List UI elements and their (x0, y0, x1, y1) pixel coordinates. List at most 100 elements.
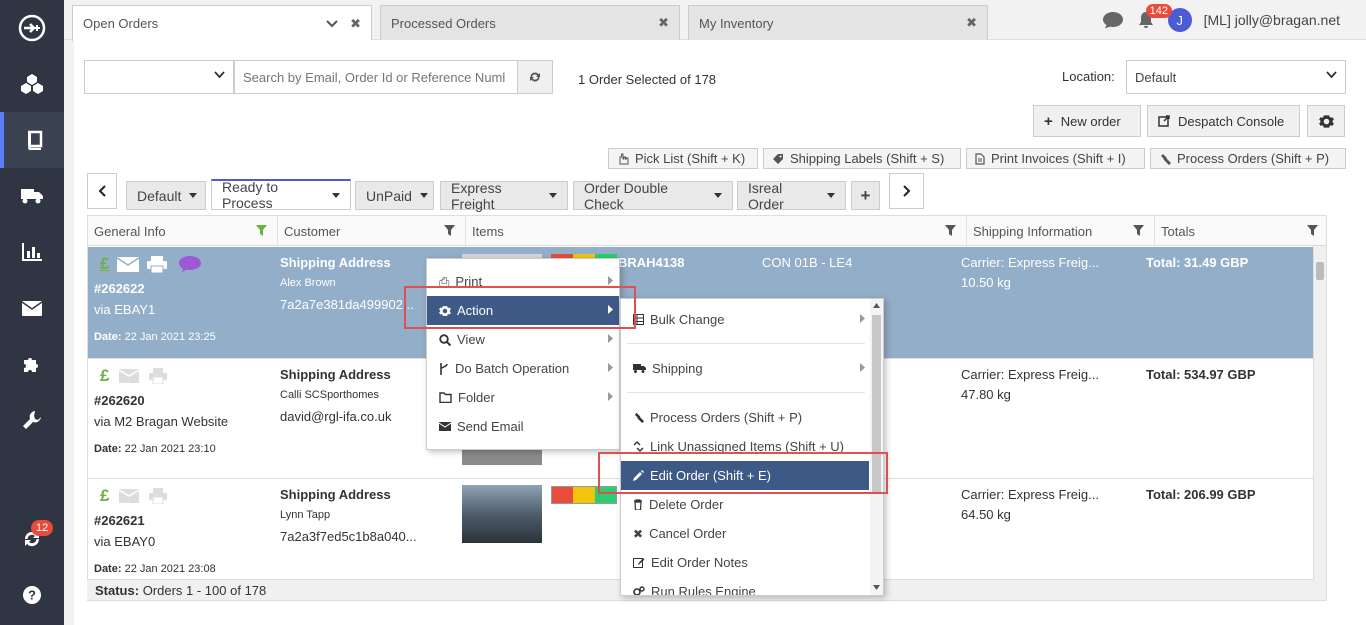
scrollbar-thumb[interactable] (1316, 262, 1324, 280)
filter-icon[interactable] (1133, 225, 1144, 236)
truck-icon[interactable] (0, 168, 64, 224)
wrench-icon[interactable] (0, 392, 64, 448)
submenu-item-cancel-order[interactable]: ✖ Cancel Order (621, 519, 871, 548)
menu-separator (627, 392, 865, 393)
grid-scrollbar[interactable] (1313, 246, 1326, 600)
submenu-item-process-orders[interactable]: Process Orders (Shift + P) (621, 403, 871, 432)
folder-select[interactable] (84, 60, 234, 94)
view-tab-express-freight[interactable]: Express Freight (440, 180, 568, 212)
submenu-item-run-rules-engine[interactable]: Run Rules Engine (621, 577, 871, 596)
location-select[interactable]: Default (1126, 60, 1346, 94)
boxes-icon[interactable] (0, 56, 64, 112)
envelope-icon[interactable] (119, 489, 140, 503)
submenu-item-edit-order-notes[interactable]: Edit Order Notes (621, 548, 871, 577)
column-shipping-information[interactable]: Shipping Information (967, 216, 1155, 246)
orders-book-icon[interactable] (0, 112, 64, 168)
tab-processed-orders[interactable]: Processed Orders ✖ (380, 5, 680, 40)
envelope-icon[interactable] (117, 256, 140, 272)
despatch-console-button[interactable]: Despatch Console (1147, 105, 1300, 137)
submenu-item-link-unassigned[interactable]: Link Unassigned Items (Shift + U) (621, 432, 871, 461)
new-order-button[interactable]: + New order (1033, 105, 1141, 137)
app-logo-icon[interactable] (0, 0, 64, 56)
order-date: 22 Jan 2021 23:08 (124, 563, 216, 575)
order-source: via M2 Bragan Website (94, 414, 229, 429)
customer-name: Calli SCSporthomes (280, 389, 380, 401)
views-prev-button[interactable] (87, 173, 117, 209)
status-label: Status: (95, 582, 140, 598)
submenu-scrollbar[interactable] (870, 299, 883, 595)
item-thumbnail[interactable] (462, 485, 542, 543)
menu-item-print[interactable]: ⎙ Print (427, 267, 619, 296)
chevron-down-icon[interactable] (326, 19, 338, 28)
item-sku[interactable]: BRAH4138 (618, 255, 684, 270)
view-label: Isreal Order (748, 179, 784, 212)
shipping-labels-button[interactable]: Shipping Labels (Shift + S) (763, 148, 961, 169)
menu-separator (627, 343, 865, 344)
printer-icon[interactable] (149, 368, 168, 384)
view-tab-isreal-order[interactable]: Isreal Order (737, 179, 846, 212)
close-icon: ✖ (633, 526, 644, 541)
tab-open-orders[interactable]: Open Orders ✖ (72, 5, 372, 41)
menu-item-view[interactable]: View (427, 325, 619, 354)
column-totals[interactable]: Totals (1155, 216, 1326, 246)
refresh-button[interactable] (517, 60, 553, 94)
view-tab-unpaid[interactable]: UnPaid (355, 181, 434, 210)
view-tab-ready-to-process[interactable]: Ready to Process (211, 179, 351, 211)
order-date: 22 Jan 2021 23:10 (124, 443, 216, 455)
filter-icon[interactable] (1307, 225, 1318, 236)
close-icon[interactable]: ✖ (966, 15, 977, 31)
search-input[interactable] (234, 60, 518, 94)
close-icon[interactable]: ✖ (658, 15, 669, 31)
menu-item-action[interactable]: Action (427, 296, 619, 325)
print-invoices-button[interactable]: Print Invoices (Shift + I) (966, 148, 1145, 169)
filter-icon[interactable] (256, 225, 267, 236)
close-icon[interactable]: ✖ (350, 16, 361, 32)
process-orders-button[interactable]: Process Orders (Shift + P) (1150, 148, 1346, 169)
add-view-button[interactable]: + (851, 181, 880, 210)
envelope-icon[interactable] (0, 280, 64, 336)
order-id[interactable]: #262622 (94, 281, 145, 296)
comment-icon[interactable] (179, 256, 202, 272)
views-next-button[interactable] (889, 173, 924, 209)
filter-icon[interactable] (945, 225, 956, 236)
scrollbar-thumb[interactable] (872, 315, 881, 493)
column-items[interactable]: Items (466, 216, 967, 246)
chat-icon[interactable] (1102, 11, 1124, 29)
menu-item-label: Run Rules Engine (651, 584, 756, 596)
menu-item-send-email[interactable]: Send Email (427, 412, 619, 441)
sync-icon[interactable]: 12 (0, 511, 64, 567)
submenu-item-edit-order[interactable]: Edit Order (Shift + E) (621, 461, 869, 490)
submenu-item-delete-order[interactable]: Delete Order (621, 490, 871, 519)
submenu-item-shipping[interactable]: Shipping (621, 354, 871, 383)
menu-item-batch-operation[interactable]: Do Batch Operation (427, 354, 619, 383)
user-name[interactable]: [ML] jolly@bragan.net (1204, 12, 1340, 28)
menu-item-folder[interactable]: Folder (427, 383, 619, 412)
order-id[interactable]: #262621 (94, 513, 145, 528)
shipping-address-title: Shipping Address (280, 487, 391, 502)
column-general-info[interactable]: General Info (88, 216, 278, 246)
bar-chart-icon[interactable] (0, 224, 64, 280)
view-tab-default[interactable]: Default (126, 181, 206, 210)
edit-icon (633, 557, 645, 568)
submenu-item-bulk-change[interactable]: Bulk Change (621, 305, 871, 334)
puzzle-icon[interactable] (0, 336, 64, 392)
column-customer[interactable]: Customer (278, 216, 466, 246)
help-icon[interactable]: ? (0, 567, 64, 623)
order-total: Total: 534.97 GBP (1146, 367, 1256, 382)
notifications[interactable]: 142 (1136, 4, 1172, 30)
settings-button[interactable] (1307, 105, 1345, 137)
order-id[interactable]: #262620 (94, 393, 145, 408)
printer-icon[interactable] (149, 488, 168, 504)
tab-my-inventory[interactable]: My Inventory ✖ (688, 5, 988, 40)
order-total: Total: 206.99 GBP (1146, 487, 1256, 502)
hand-pointer-icon (617, 153, 629, 165)
search-icon (439, 333, 451, 346)
view-tab-order-double-check[interactable]: Order Double Check (573, 180, 733, 212)
envelope-icon[interactable] (119, 369, 140, 383)
user-area: 142 J [ML] jolly@bragan.net (1102, 4, 1340, 32)
printer-icon[interactable] (147, 255, 168, 273)
folder-icon (439, 392, 452, 403)
gear-icon (439, 305, 451, 317)
pick-list-button[interactable]: Pick List (Shift + K) (608, 148, 758, 169)
filter-icon[interactable] (444, 225, 455, 236)
